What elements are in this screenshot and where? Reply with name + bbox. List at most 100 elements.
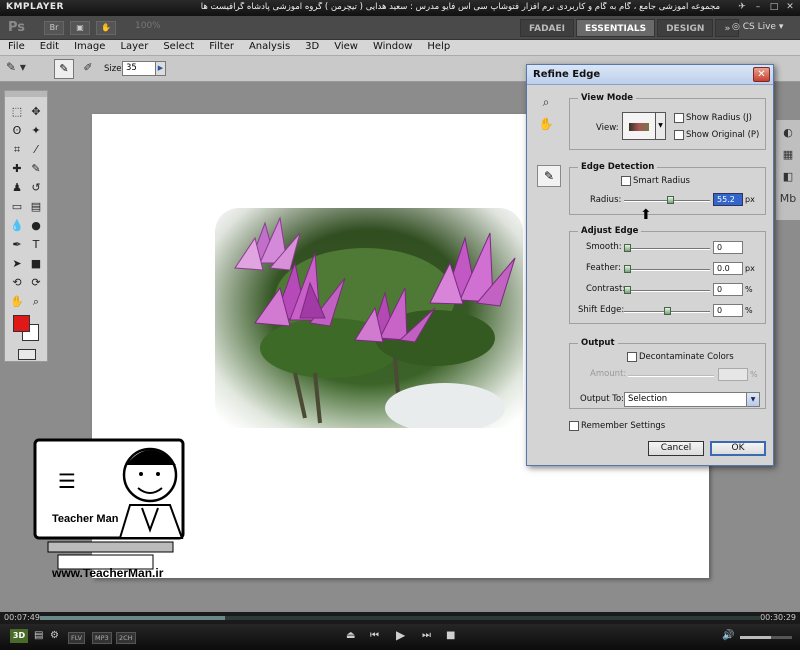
maximize-icon[interactable]: □ bbox=[768, 1, 780, 13]
feather-slider[interactable] bbox=[624, 265, 710, 273]
next-icon[interactable]: ⏭ bbox=[422, 630, 431, 641]
contrast-slider-thumb[interactable] bbox=[624, 286, 631, 294]
healing-brush-tool-icon[interactable]: ✚ bbox=[8, 160, 26, 178]
mini-bridge-icon[interactable]: ▣ bbox=[70, 21, 90, 35]
eyedropper-tool-icon[interactable]: ⁄ bbox=[27, 141, 45, 159]
pen-tool-icon[interactable]: ✒ bbox=[8, 236, 26, 254]
show-radius-checkbox[interactable] bbox=[674, 113, 684, 123]
menu-file[interactable]: File bbox=[0, 40, 32, 55]
gradient-tool-icon[interactable]: ▤ bbox=[27, 198, 45, 216]
shift-edge-slider[interactable] bbox=[624, 307, 710, 315]
move-tool-icon[interactable]: ✥ bbox=[27, 103, 45, 121]
view-mode-dropdown-arrow-icon[interactable]: ▼ bbox=[656, 112, 666, 140]
clone-stamp-tool-icon[interactable]: ♟ bbox=[8, 179, 26, 197]
contrast-input[interactable]: 0 bbox=[713, 283, 743, 296]
menu-window[interactable]: Window bbox=[365, 40, 419, 55]
workspace-essentials[interactable]: ESSENTIALS bbox=[576, 19, 656, 37]
close-icon[interactable]: ✕ bbox=[784, 1, 796, 13]
pin-icon[interactable]: ✈ bbox=[736, 1, 748, 13]
menu-filter[interactable]: Filter bbox=[201, 40, 241, 55]
refine-radius-tool-icon[interactable]: ✎ bbox=[537, 165, 561, 187]
feather-input[interactable]: 0.0 bbox=[713, 262, 743, 275]
history-brush-tool-icon[interactable]: ↺ bbox=[27, 179, 45, 197]
stop-icon[interactable]: ■ bbox=[446, 630, 455, 641]
dialog-close-icon[interactable]: ✕ bbox=[753, 67, 770, 82]
chevron-down-icon[interactable]: ▼ bbox=[746, 393, 759, 406]
volume-slider[interactable] bbox=[740, 636, 792, 639]
cs-live-button[interactable]: ◎ CS Live ▾ bbox=[732, 22, 783, 32]
previous-icon[interactable]: ⏮ bbox=[370, 630, 379, 641]
menu-image[interactable]: Image bbox=[66, 40, 112, 55]
3d-rotate-tool-icon[interactable]: ⟲ bbox=[8, 274, 26, 292]
mini-bridge-panel-icon[interactable]: Mb bbox=[779, 190, 797, 208]
menu-edit[interactable]: Edit bbox=[32, 40, 66, 55]
workspace-fadaei[interactable]: FADAEI bbox=[520, 19, 575, 37]
menu-select[interactable]: Select bbox=[155, 40, 201, 55]
bridge-icon[interactable]: Br bbox=[44, 21, 64, 35]
workspace-design[interactable]: DESIGN bbox=[657, 19, 714, 37]
lasso-tool-icon[interactable]: ʘ bbox=[8, 122, 26, 140]
ok-button[interactable]: OK bbox=[710, 441, 766, 456]
output-to-select[interactable]: Selection ▼ bbox=[624, 392, 760, 407]
view-mode-thumbnail[interactable] bbox=[622, 112, 656, 140]
remember-settings-checkbox[interactable] bbox=[569, 421, 579, 431]
3d-mode-icon[interactable]: 3D bbox=[10, 629, 28, 643]
play-icon[interactable]: ▶ bbox=[396, 628, 405, 642]
foreground-color-swatch[interactable] bbox=[13, 315, 30, 332]
seek-bar[interactable] bbox=[40, 616, 760, 620]
styles-panel-icon[interactable]: ◧ bbox=[779, 168, 797, 186]
feather-slider-thumb[interactable] bbox=[624, 265, 631, 273]
menu-view[interactable]: View bbox=[326, 40, 365, 55]
dialog-title-bar[interactable]: Refine Edge ✕ bbox=[527, 65, 773, 85]
path-selection-tool-icon[interactable]: ➤ bbox=[8, 255, 26, 273]
zoom-tool-icon[interactable]: ⌕ bbox=[27, 293, 45, 311]
color-panel-icon[interactable]: ◐ bbox=[779, 124, 797, 142]
kmplayer-title-bar[interactable]: KMPLAYER مجموعه آموزشی جامع ، گام به گام… bbox=[0, 0, 800, 16]
3d-orbit-tool-icon[interactable]: ⟳ bbox=[27, 274, 45, 292]
smooth-input[interactable]: 0 bbox=[713, 241, 743, 254]
zoom-tool-icon[interactable]: ⌕ bbox=[537, 95, 555, 113]
tool-preset-picker[interactable]: ✎ ▾ bbox=[6, 60, 36, 78]
eject-icon[interactable]: ⏏ bbox=[346, 630, 355, 641]
smart-radius-checkbox[interactable] bbox=[621, 176, 631, 186]
volume-icon[interactable]: 🔊 bbox=[722, 630, 734, 641]
type-tool-icon[interactable]: T bbox=[27, 236, 45, 254]
playlist-icon[interactable]: ▤ bbox=[34, 630, 43, 641]
hand-tool-icon[interactable]: ✋ bbox=[537, 117, 555, 135]
cancel-button[interactable]: Cancel bbox=[648, 441, 704, 456]
menu-layer[interactable]: Layer bbox=[112, 40, 155, 55]
shift-edge-input[interactable]: 0 bbox=[713, 304, 743, 317]
show-original-checkbox[interactable] bbox=[674, 130, 684, 140]
menu-3d[interactable]: 3D bbox=[297, 40, 326, 55]
erase-refinements-brush-icon[interactable]: ✐ bbox=[78, 59, 98, 79]
swatches-panel-icon[interactable]: ▦ bbox=[779, 146, 797, 164]
toolbox-grip[interactable] bbox=[5, 91, 47, 97]
radius-slider-thumb[interactable] bbox=[667, 196, 675, 204]
quick-selection-tool-icon[interactable]: ✦ bbox=[27, 122, 45, 140]
hand-tool-icon[interactable]: ✋ bbox=[8, 293, 26, 311]
size-dropdown-arrow-icon[interactable]: ▶ bbox=[155, 61, 166, 76]
quick-mask-icon[interactable] bbox=[18, 349, 36, 360]
size-input[interactable]: 35 bbox=[122, 61, 156, 76]
crop-tool-icon[interactable]: ⌗ bbox=[8, 141, 26, 159]
dodge-tool-icon[interactable]: ● bbox=[27, 217, 45, 235]
brush-tool-icon[interactable]: ✎ bbox=[27, 160, 45, 178]
radius-input[interactable]: 55.2 bbox=[713, 193, 743, 206]
refine-radius-brush-icon[interactable]: ✎ bbox=[54, 59, 74, 79]
contrast-slider[interactable] bbox=[624, 286, 710, 294]
shift-edge-slider-thumb[interactable] bbox=[663, 307, 671, 315]
smooth-slider[interactable] bbox=[624, 244, 710, 252]
hand-tool-icon[interactable]: ✋ bbox=[96, 21, 116, 35]
settings-gear-icon[interactable]: ⚙ bbox=[50, 630, 59, 641]
minimize-icon[interactable]: – bbox=[752, 1, 764, 13]
shape-tool-icon[interactable]: ■ bbox=[27, 255, 45, 273]
menu-analysis[interactable]: Analysis bbox=[241, 40, 297, 55]
blur-tool-icon[interactable]: 💧 bbox=[8, 217, 26, 235]
radius-slider[interactable] bbox=[624, 196, 710, 204]
zoom-level[interactable]: 100% bbox=[135, 21, 161, 31]
menu-help[interactable]: Help bbox=[419, 40, 457, 55]
lotus-photo[interactable] bbox=[215, 208, 523, 428]
kmplayer-logo[interactable]: KMPLAYER bbox=[6, 2, 64, 12]
decontaminate-colors-checkbox[interactable] bbox=[627, 352, 637, 362]
marquee-tool-icon[interactable]: ⬚ bbox=[8, 103, 26, 121]
